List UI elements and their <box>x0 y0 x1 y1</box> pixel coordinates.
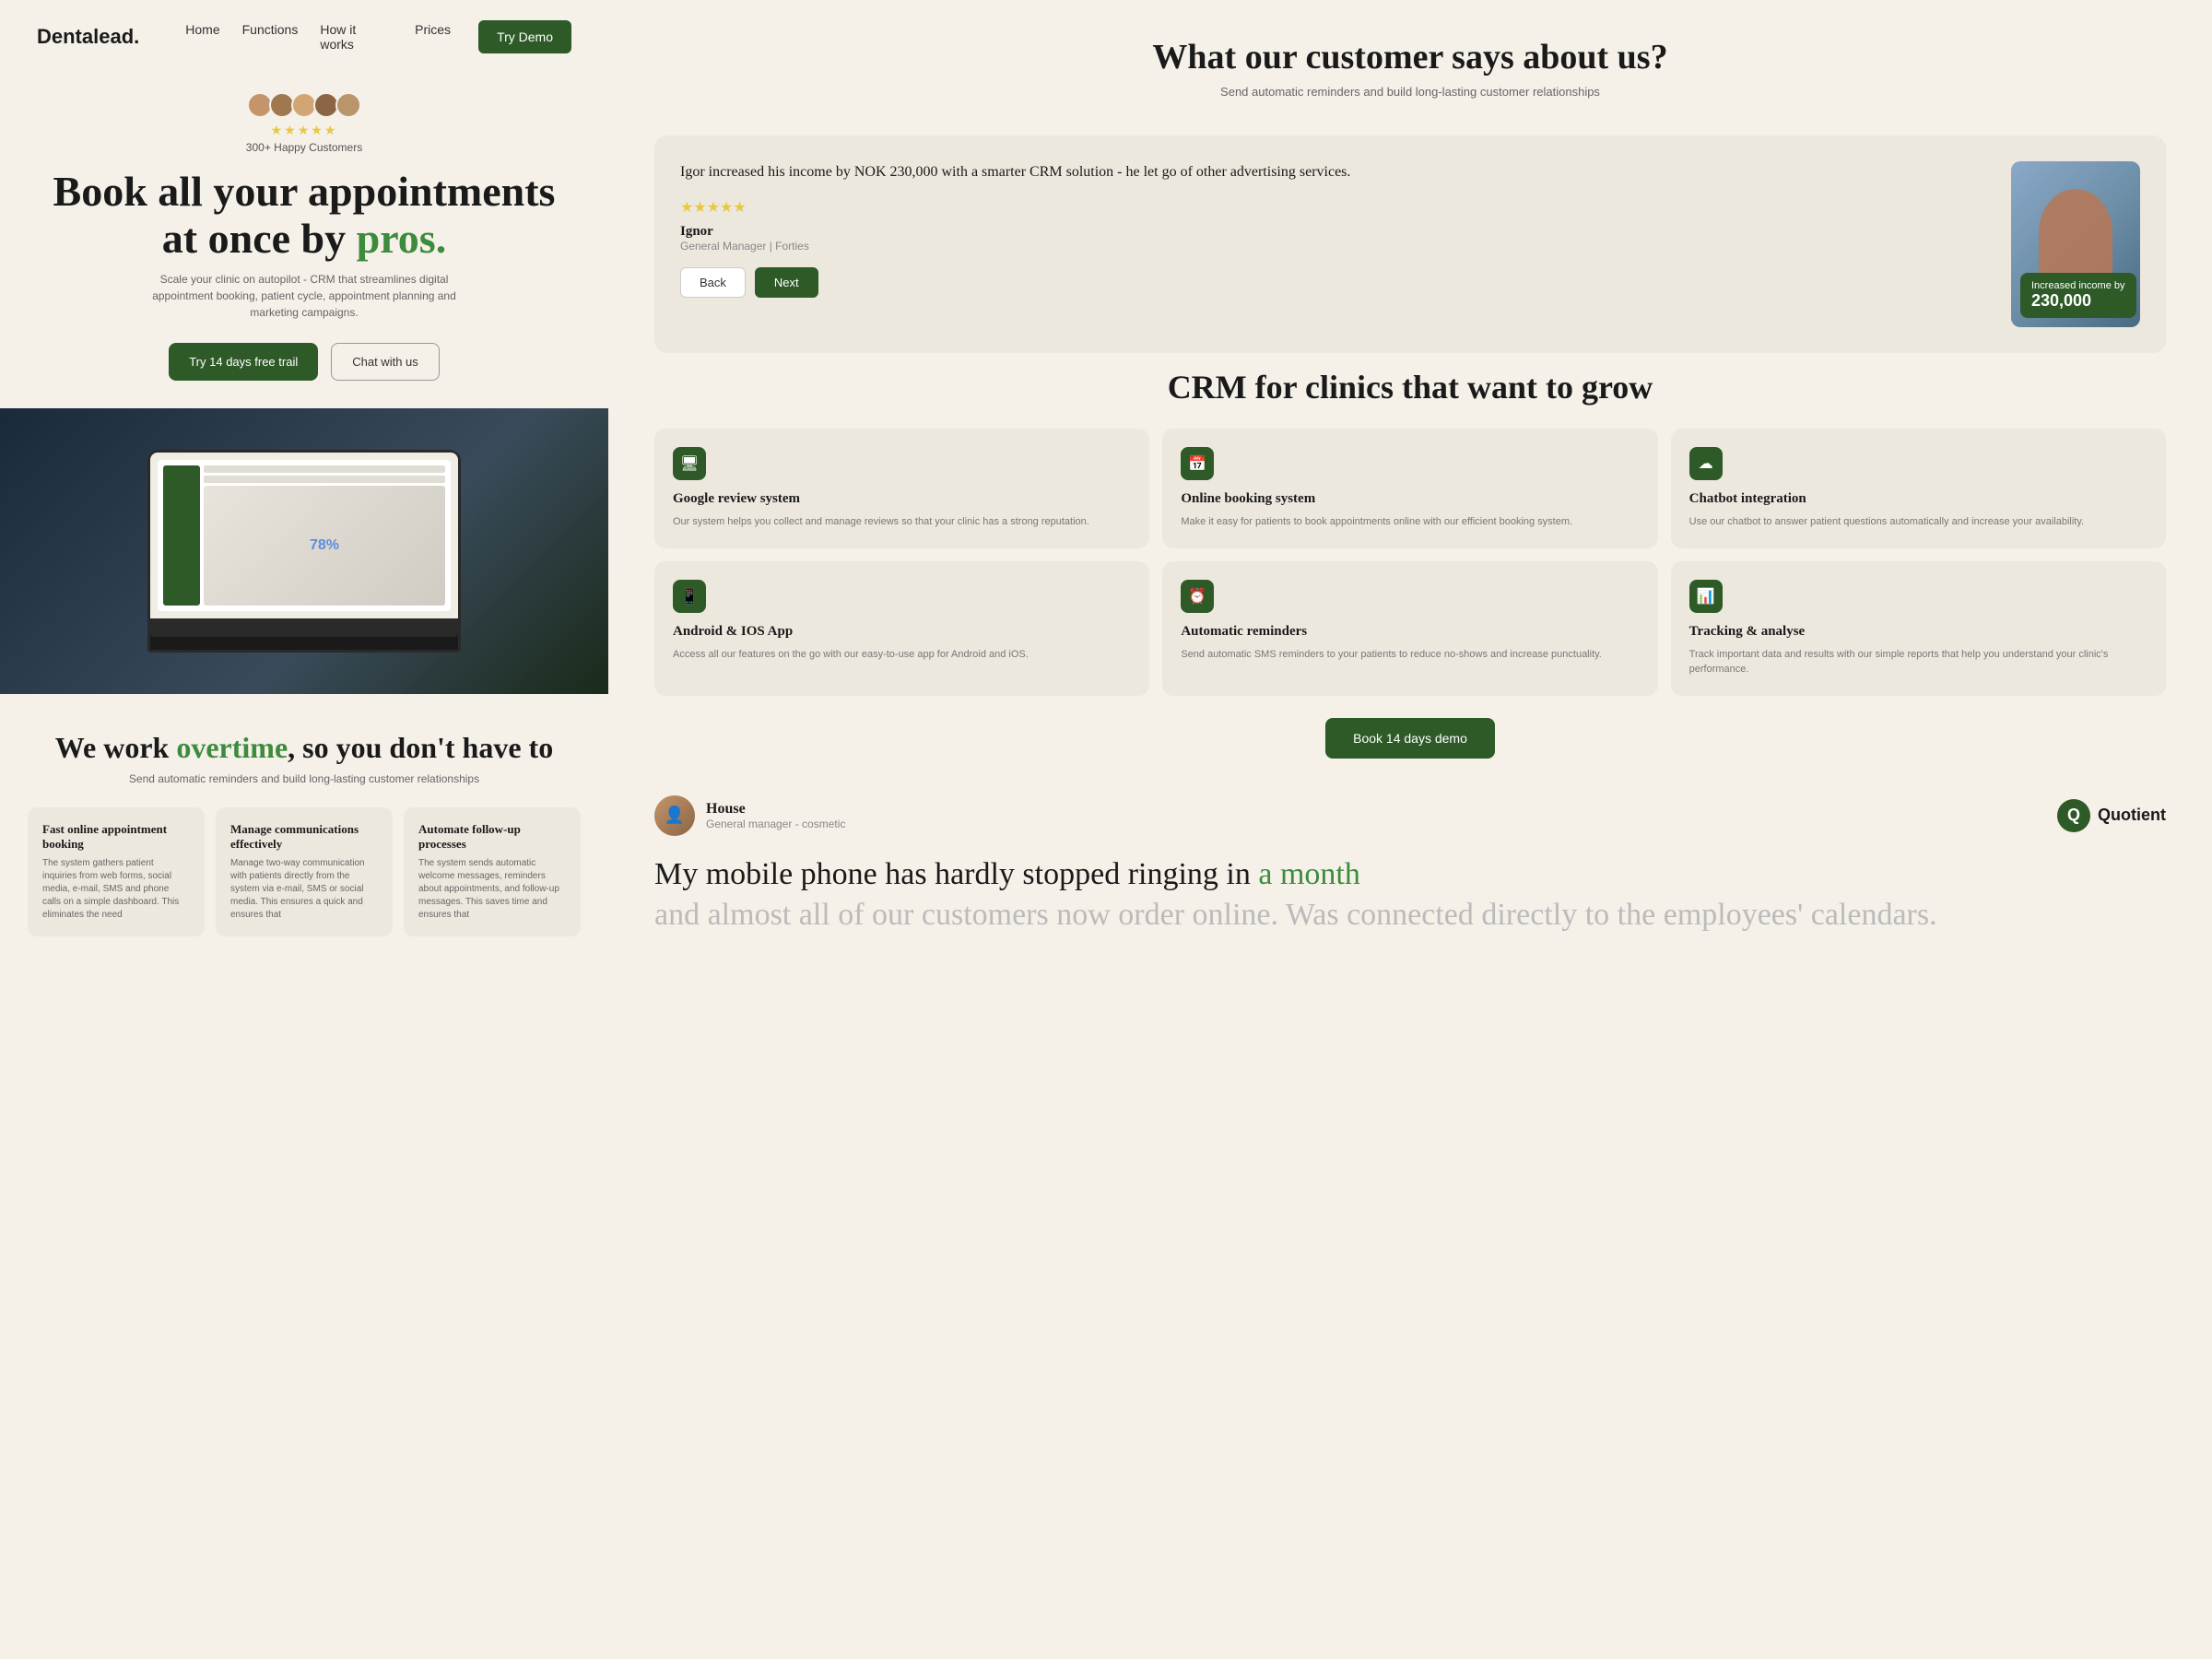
screen-bar-2 <box>204 476 445 483</box>
crm-card-desc-2: Use our chatbot to answer patient questi… <box>1689 514 2147 530</box>
nav-how-it-works[interactable]: How it works <box>320 22 393 52</box>
quote-person: 👤 House General manager - cosmetic <box>654 795 845 836</box>
back-button[interactable]: Back <box>680 267 746 298</box>
left-panel: Dentalead. Home Functions How it works P… <box>0 0 608 1659</box>
testimonial-stars: ★★★★★ <box>680 198 1993 217</box>
income-badge: Increased income by 230,000 <box>2020 273 2136 318</box>
testimonial-card: Igor increased his income by NOK 230,000… <box>654 135 2166 353</box>
feature-card-2: Automate follow-up processes The system … <box>404 807 581 936</box>
screen-main: 78% <box>204 465 445 606</box>
crm-card-0: 🖥 Google review system Our system helps … <box>654 429 1149 548</box>
hero-section: ★★★★★ 300+ Happy Customers Book all your… <box>0 74 608 408</box>
screen-sidebar <box>163 465 200 606</box>
crm-icon-0: 🖥 <box>673 447 706 480</box>
quote-header: 👤 House General manager - cosmetic Q Quo… <box>654 795 2166 836</box>
crm-icon-3: 📱 <box>673 580 706 613</box>
big-quote: My mobile phone has hardly stopped ringi… <box>654 854 2166 935</box>
quote-section: 👤 House General manager - cosmetic Q Quo… <box>654 795 2166 935</box>
crm-card-title-3: Android & IOS App <box>673 624 1131 640</box>
feature-desc-1: Manage two-way communication with patien… <box>230 857 378 922</box>
try-demo-button[interactable]: Try Demo <box>478 20 571 53</box>
hero-title: Book all your appointments at once by pr… <box>37 169 571 262</box>
crm-card-title-0: Google review system <box>673 491 1131 507</box>
avatars-row <box>37 92 571 118</box>
quote-avatar: 👤 <box>654 795 695 836</box>
nav-prices[interactable]: Prices <box>415 22 451 52</box>
laptop-base <box>150 618 458 637</box>
crm-card-desc-4: Send automatic SMS reminders to your pat… <box>1181 647 1639 663</box>
feature-desc-0: The system gathers patient inquiries fro… <box>42 857 190 922</box>
crm-card-2: ☁ Chatbot integration Use our chatbot to… <box>1671 429 2166 548</box>
customer-section-title: What our customer says about us? <box>654 37 2166 77</box>
screen-content: 78% <box>158 460 451 611</box>
crm-card-title-1: Online booking system <box>1181 491 1639 507</box>
work-section: We work overtime, so you don't have to S… <box>0 694 608 964</box>
crm-card-5: 📊 Tracking & analyse Track important dat… <box>1671 561 2166 696</box>
demo-button[interactable]: Book 14 days demo <box>1325 718 1495 759</box>
crm-section: CRM for clinics that want to grow 🖥 Goog… <box>654 368 2166 759</box>
logo: Dentalead. <box>37 25 139 49</box>
crm-card-title-2: Chatbot integration <box>1689 491 2147 507</box>
quote-person-name: House <box>706 801 845 818</box>
feature-title-2: Automate follow-up processes <box>418 822 566 852</box>
customer-section: What our customer says about us? Send au… <box>654 37 2166 99</box>
nav-links: Home Functions How it works Prices <box>185 22 451 52</box>
next-button[interactable]: Next <box>755 267 818 298</box>
testimonial-content: Igor increased his income by NOK 230,000… <box>680 161 1993 327</box>
hero-buttons: Try 14 days free trail Chat with us <box>37 343 571 381</box>
star-rating: ★★★★★ <box>37 124 571 139</box>
testimonial-text: Igor increased his income by NOK 230,000… <box>680 161 1993 183</box>
work-subtitle: Send automatic reminders and build long-… <box>28 772 581 785</box>
quotient-logo: Q Quotient <box>2057 799 2166 832</box>
testimonial-name: Ignor <box>680 224 1993 240</box>
feature-card-0: Fast online appointment booking The syst… <box>28 807 205 936</box>
work-title: We work overtime, so you don't have to <box>28 731 581 765</box>
laptop-mockup: 78% <box>147 450 461 653</box>
quote-person-info: House General manager - cosmetic <box>706 801 845 830</box>
crm-card-3: 📱 Android & IOS App Access all our featu… <box>654 561 1149 696</box>
navbar: Dentalead. Home Functions How it works P… <box>0 0 608 74</box>
crm-icon-1: 📅 <box>1181 447 1214 480</box>
customer-section-desc: Send automatic reminders and build long-… <box>654 85 2166 99</box>
crm-title: CRM for clinics that want to grow <box>654 368 2166 406</box>
income-amount: 230,000 <box>2031 291 2125 311</box>
nav-functions[interactable]: Functions <box>242 22 299 52</box>
testimonial-buttons: Back Next <box>680 267 1993 298</box>
crm-card-desc-0: Our system helps you collect and manage … <box>673 514 1131 530</box>
crm-card-title-5: Tracking & analyse <box>1689 624 2147 640</box>
testimonial-image: Increased income by 230,000 <box>2011 161 2140 327</box>
right-panel: What our customer says about us? Send au… <box>608 0 2212 1659</box>
crm-card-1: 📅 Online booking system Make it easy for… <box>1162 429 1657 548</box>
try-free-button[interactable]: Try 14 days free trail <box>169 343 318 381</box>
screen-bar-1 <box>204 465 445 473</box>
crm-card-4: ⏰ Automatic reminders Send automatic SMS… <box>1162 561 1657 696</box>
chat-button[interactable]: Chat with us <box>331 343 440 381</box>
feature-card-1: Manage communications effectively Manage… <box>216 807 393 936</box>
feature-desc-2: The system sends automatic welcome messa… <box>418 857 566 922</box>
crm-grid: 🖥 Google review system Our system helps … <box>654 429 2166 696</box>
q-icon: Q <box>2057 799 2090 832</box>
features-grid: Fast online appointment booking The syst… <box>28 807 581 936</box>
crm-icon-5: 📊 <box>1689 580 1723 613</box>
crm-card-desc-3: Access all our features on the go with o… <box>673 647 1131 663</box>
avatar-5 <box>335 92 361 118</box>
laptop-section: 78% <box>0 408 608 694</box>
happy-customers-label: 300+ Happy Customers <box>37 141 571 154</box>
quote-person-role: General manager - cosmetic <box>706 818 845 830</box>
crm-card-desc-1: Make it easy for patients to book appoin… <box>1181 514 1639 530</box>
laptop-screen: 78% <box>150 453 458 618</box>
feature-title-0: Fast online appointment booking <box>42 822 190 852</box>
crm-icon-4: ⏰ <box>1181 580 1214 613</box>
screen-chart: 78% <box>204 486 445 606</box>
feature-title-1: Manage communications effectively <box>230 822 378 852</box>
crm-card-desc-5: Track important data and results with ou… <box>1689 647 2147 677</box>
hero-subtitle: Scale your clinic on autopilot - CRM tha… <box>129 271 479 321</box>
crm-icon-2: ☁ <box>1689 447 1723 480</box>
nav-home[interactable]: Home <box>185 22 219 52</box>
testimonial-role: General Manager | Forties <box>680 240 1993 253</box>
crm-card-title-4: Automatic reminders <box>1181 624 1639 640</box>
